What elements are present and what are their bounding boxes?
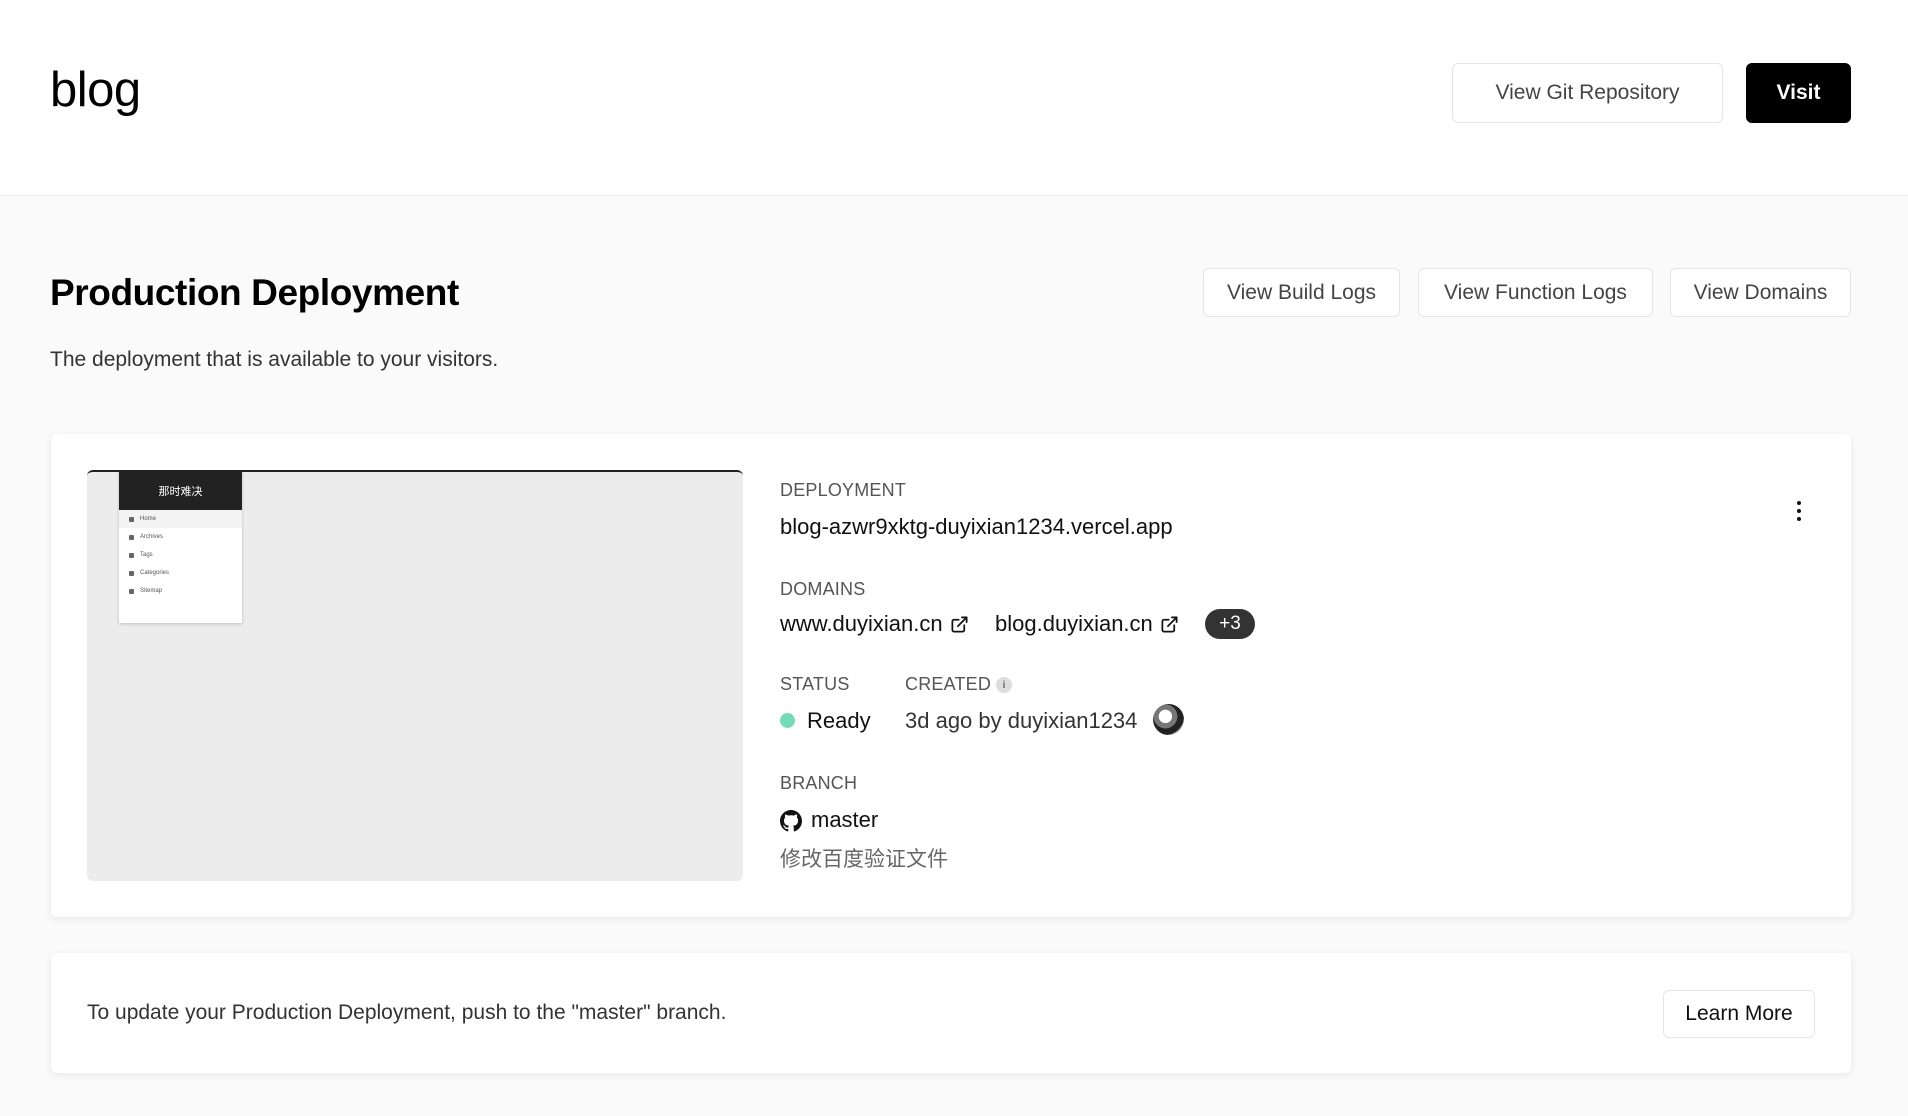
preview-menu-item: Home xyxy=(119,510,242,528)
preview-site-menu: 那时难决 Home Archives Tags Categories Sitem… xyxy=(119,472,242,623)
branch-label: BRANCH xyxy=(780,773,858,793)
view-function-logs-button[interactable]: View Function Logs xyxy=(1418,268,1653,317)
domains-label: DOMAINS xyxy=(780,579,866,599)
project-header: blog View Git Repository Visit xyxy=(0,0,1908,196)
created-value: 3d ago by duyixian1234 xyxy=(905,708,1138,733)
status-value: Ready xyxy=(807,708,871,733)
branch-name[interactable]: master xyxy=(811,807,878,833)
domain-name: www.duyixian.cn xyxy=(780,611,943,636)
section-title: Production Deployment xyxy=(50,272,459,313)
preview-menu-item: Tags xyxy=(119,546,242,564)
avatar[interactable] xyxy=(1153,704,1184,735)
preview-menu-item: Sitemap xyxy=(119,582,242,600)
info-icon[interactable]: i xyxy=(996,677,1012,693)
visit-button[interactable]: Visit xyxy=(1746,63,1851,123)
preview-menu-item: Categories xyxy=(119,564,242,582)
deployment-label: DEPLOYMENT xyxy=(780,480,907,500)
status-dot xyxy=(780,713,795,728)
update-info-text: To update your Production Deployment, pu… xyxy=(87,1001,727,1024)
preview-menu-item: Archives xyxy=(119,528,242,546)
view-build-logs-button[interactable]: View Build Logs xyxy=(1203,268,1400,317)
view-domains-button[interactable]: View Domains xyxy=(1670,268,1851,317)
update-info-card: To update your Production Deployment, pu… xyxy=(51,953,1851,1073)
preview-site-title: 那时难决 xyxy=(119,472,242,510)
project-title: blog xyxy=(50,63,141,117)
created-label: CREATED xyxy=(905,674,992,694)
learn-more-button[interactable]: Learn More xyxy=(1663,990,1815,1038)
domain-link-www[interactable]: www.duyixian.cn xyxy=(780,611,969,637)
more-options-icon[interactable] xyxy=(1786,497,1812,525)
status-label: STATUS xyxy=(780,674,850,694)
section-subtitle: The deployment that is available to your… xyxy=(50,348,499,371)
external-link-icon xyxy=(1161,616,1178,632)
commit-message[interactable]: 修改百度验证文件 xyxy=(780,843,948,873)
domain-name: blog.duyixian.cn xyxy=(995,611,1153,636)
external-link-icon xyxy=(951,616,968,632)
deployment-preview-screenshot[interactable]: 那时难决 Home Archives Tags Categories Sitem… xyxy=(87,470,743,881)
domain-link-blog[interactable]: blog.duyixian.cn xyxy=(995,611,1179,637)
deployment-url[interactable]: blog-azwr9xktg-duyixian1234.vercel.app xyxy=(780,514,1173,540)
github-icon xyxy=(780,810,802,832)
more-domains-badge[interactable]: +3 xyxy=(1205,609,1255,639)
view-git-repository-button[interactable]: View Git Repository xyxy=(1452,63,1723,123)
